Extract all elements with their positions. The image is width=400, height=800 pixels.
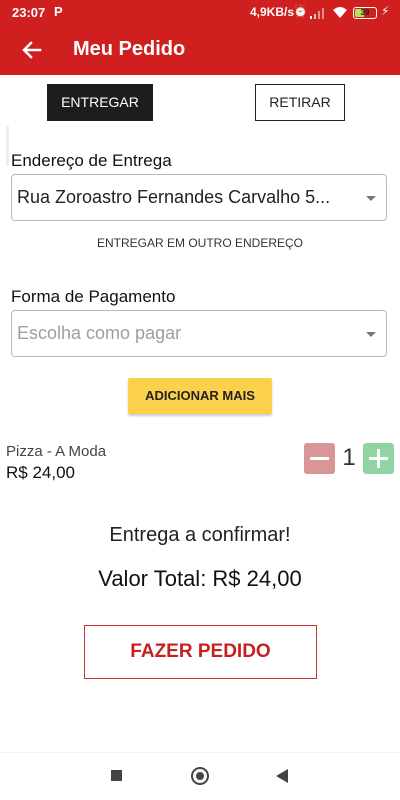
item-price: R$ 24,00 bbox=[6, 463, 75, 482]
delivery-status: Entrega a confirmar! bbox=[109, 524, 291, 546]
increase-quantity-button[interactable] bbox=[363, 443, 394, 474]
order-total: Valor Total: R$ 24,00 bbox=[98, 566, 302, 591]
charging-icon: ⚡ bbox=[381, 4, 390, 18]
navigation-bar bbox=[0, 752, 400, 800]
app-bar: Meu Pedido bbox=[0, 25, 400, 75]
dropdown-arrow-icon bbox=[366, 196, 376, 201]
page-title: Meu Pedido bbox=[73, 38, 186, 60]
battery-level: 39 bbox=[360, 8, 370, 17]
back-icon[interactable] bbox=[276, 769, 288, 783]
item-name: Pizza - A Moda bbox=[6, 443, 107, 460]
payment-label: Forma de Pagamento bbox=[11, 287, 176, 306]
deliver-button[interactable]: ENTREGAR bbox=[47, 84, 153, 121]
address-label: Endereço de Entrega bbox=[11, 151, 172, 170]
pickup-button[interactable]: RETIRAR bbox=[255, 84, 345, 121]
address-value: Rua Zoroastro Fernandes Carvalho 5... bbox=[17, 187, 331, 207]
arrow-left-icon[interactable] bbox=[18, 36, 46, 64]
status-time: 23:07 bbox=[12, 5, 46, 20]
other-address-link[interactable]: ENTREGAR EM OUTRO ENDEREÇO bbox=[0, 236, 400, 250]
p-notification-icon: P bbox=[54, 4, 63, 19]
scroll-edge-indicator bbox=[6, 126, 9, 166]
signal-icon bbox=[310, 8, 324, 19]
add-more-button[interactable]: ADICIONAR MAIS bbox=[128, 378, 272, 414]
payment-placeholder: Escolha como pagar bbox=[17, 323, 182, 343]
home-icon[interactable] bbox=[191, 767, 209, 785]
quantity-value: 1 bbox=[342, 444, 356, 471]
payment-select[interactable]: Escolha como pagar bbox=[11, 310, 387, 357]
address-select[interactable]: Rua Zoroastro Fernandes Carvalho 5... bbox=[11, 174, 387, 221]
decrease-quantity-button[interactable] bbox=[304, 443, 335, 474]
wifi-icon bbox=[333, 7, 347, 18]
minus-icon bbox=[310, 457, 329, 460]
alarm-icon: ⏰ bbox=[293, 4, 308, 18]
place-order-button[interactable]: FAZER PEDIDO bbox=[84, 625, 317, 679]
dropdown-arrow-icon bbox=[366, 332, 376, 337]
network-speed: 4,9KB/s bbox=[250, 5, 295, 19]
battery-icon: 39 bbox=[353, 7, 377, 19]
status-bar: 23:07 P 4,9KB/s ⏰ 39 ⚡ bbox=[0, 0, 400, 25]
recent-apps-icon[interactable] bbox=[111, 770, 122, 781]
